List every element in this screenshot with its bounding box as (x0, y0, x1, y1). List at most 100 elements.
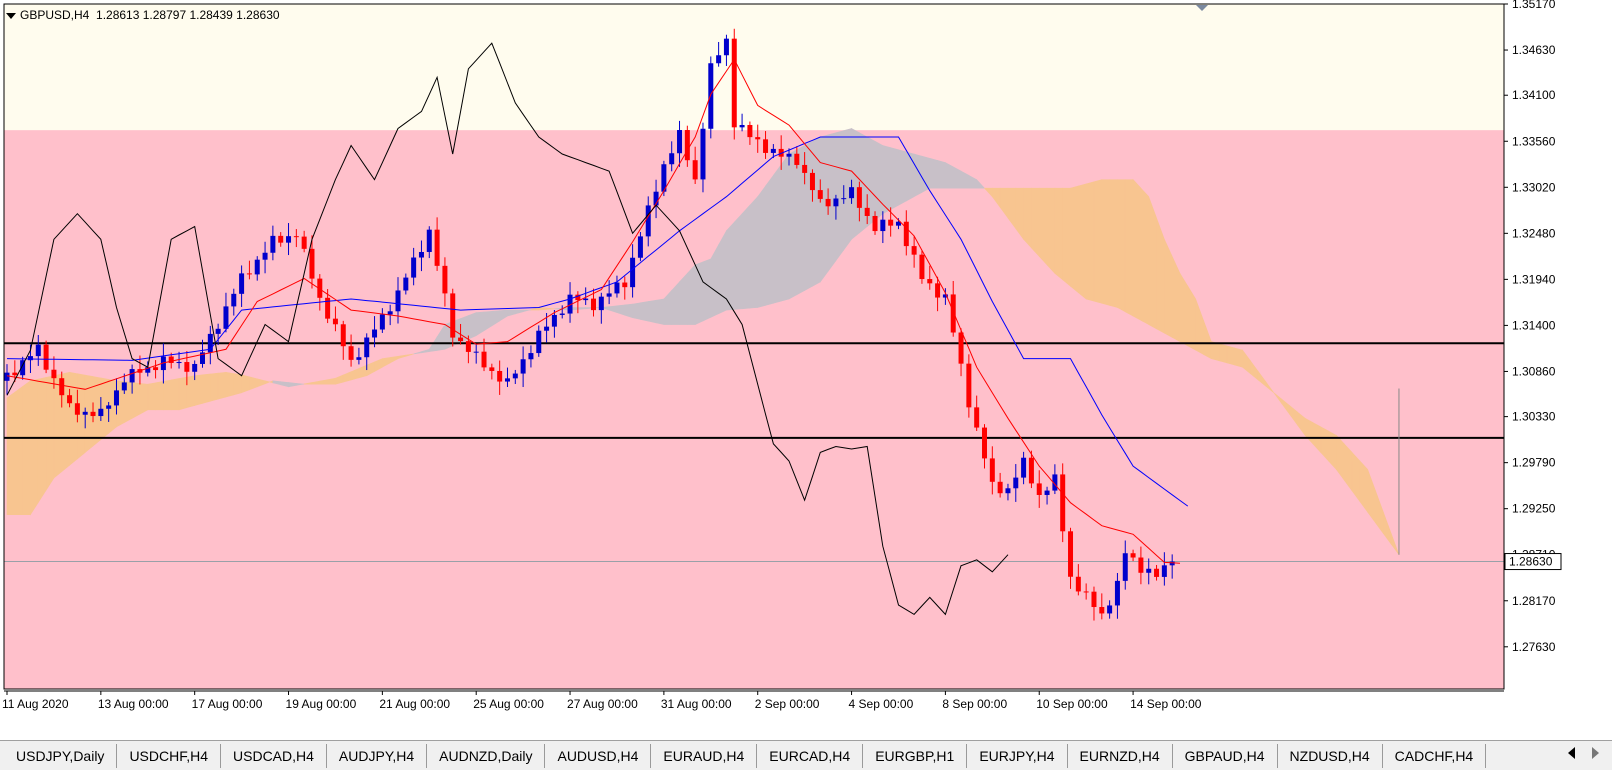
bull-candle (176, 362, 182, 364)
price-tick-label: 1.31940 (1512, 272, 1556, 286)
bull-candle (372, 329, 378, 338)
dropdown-triangle-icon[interactable] (6, 12, 16, 19)
tab-audnzd-daily[interactable]: AUDNZD,Daily (427, 744, 546, 768)
bull-candle (512, 373, 518, 379)
bull-candle (606, 293, 612, 297)
cloud-segment (22, 380, 31, 515)
cloud-segment (1101, 179, 1110, 306)
price-tick-label: 1.29790 (1512, 456, 1556, 470)
tab-cadchf-h4[interactable]: CADCHF,H4 (1383, 744, 1487, 768)
cloud-segment (905, 151, 915, 202)
bull-candle (630, 257, 636, 288)
tab-usdcad-h4[interactable]: USDCAD,H4 (221, 744, 327, 768)
bull-candle (528, 353, 534, 360)
cloud-segment (77, 373, 86, 460)
bull-candle (403, 277, 409, 291)
cloud-segment (233, 373, 242, 396)
bear-candle (293, 236, 299, 238)
cloud-segment (139, 383, 149, 415)
cloud-segment (819, 134, 829, 283)
scroll-right-icon[interactable] (1592, 747, 1599, 759)
bull-candle (27, 356, 33, 361)
bear-candle (989, 458, 995, 482)
cloud-segment (812, 136, 821, 287)
time-tick-label: 11 Aug 2020 (2, 697, 69, 711)
bull-candle (880, 219, 886, 232)
price-tick-label: 1.30330 (1512, 410, 1556, 424)
scroll-left-icon[interactable] (1568, 747, 1575, 759)
bull-candle (215, 328, 221, 334)
tab-euraud-h4[interactable]: EURAUD,H4 (651, 744, 758, 768)
cloud-segment (788, 149, 798, 300)
time-tick-label: 31 Aug 00:00 (661, 697, 732, 711)
cloud-segment (694, 261, 704, 326)
cloud-segment (687, 264, 696, 325)
bull-candle (387, 311, 393, 315)
bear-candle (442, 265, 448, 294)
price-chart[interactable]: 1.35170 1.34630 1.34100 1.33560 1.33020 1.324… (0, 0, 1612, 740)
cloud-segment (851, 127, 860, 240)
cloud-segment (69, 371, 78, 466)
bear-candle (43, 344, 49, 370)
cloud-segment (147, 382, 156, 411)
bear-candle (622, 282, 628, 288)
price-tick-label: 1.31400 (1512, 318, 1556, 332)
cloud-segment (733, 212, 743, 310)
bear-candle (465, 341, 471, 352)
bear-candle (802, 164, 808, 173)
tab-eurnzd-h4[interactable]: EURNZD,H4 (1068, 744, 1173, 768)
tab-usdchf-h4[interactable]: USDCHF,H4 (117, 744, 222, 768)
cloud-segment (1164, 239, 1173, 338)
bear-candle (825, 198, 831, 207)
bull-candle (82, 411, 88, 415)
bull-candle (536, 330, 542, 354)
tab-audusd-h4[interactable]: AUDUSD,H4 (545, 744, 652, 768)
bear-candle (755, 137, 761, 140)
cloud-segment (131, 382, 141, 419)
cloud-segment (241, 374, 250, 394)
cloud-segment (1148, 196, 1157, 330)
tab-usdjpy-daily[interactable]: USDJPY,Daily (4, 744, 118, 768)
chart-area[interactable]: 1.35170 1.34630 1.34100 1.33560 1.33020 1.324… (0, 0, 1612, 740)
cloud-segment (624, 303, 633, 319)
bear-candle (747, 124, 753, 138)
tab-audjpy-h4[interactable]: AUDJPY,H4 (327, 744, 428, 768)
bear-candle (927, 279, 933, 284)
bear-candle (1028, 457, 1034, 484)
bull-candle (129, 369, 135, 383)
cloud-segment (538, 307, 547, 311)
cloud-segment (679, 272, 688, 325)
bear-candle (489, 367, 495, 371)
bear-candle (51, 369, 57, 379)
cloud-segment (1179, 272, 1189, 347)
cloud-segment (210, 372, 219, 402)
ohlc-values: 1.28613 1.28797 1.28439 1.28630 (96, 8, 280, 22)
tab-gbpaud-h4[interactable]: GBPAUD,H4 (1173, 744, 1278, 768)
tab-nzdusd-h4[interactable]: NZDUSD,H4 (1278, 744, 1383, 768)
bear-candle (67, 395, 73, 404)
tab-eurcad-h4[interactable]: EURCAD,H4 (757, 744, 864, 768)
price-tick-label: 1.34100 (1512, 88, 1556, 102)
bear-candle (966, 363, 972, 408)
bear-candle (153, 367, 159, 371)
time-tick-label: 27 Aug 00:00 (567, 697, 638, 711)
cloud-segment (1031, 187, 1040, 258)
bear-candle (856, 187, 862, 208)
bear-candle (12, 372, 18, 376)
bull-candle (395, 290, 401, 312)
bear-candle (935, 283, 941, 298)
cloud-segment (1140, 187, 1150, 326)
bull-candle (426, 229, 432, 252)
bull-candle (551, 314, 557, 327)
cloud-segment (1085, 181, 1095, 302)
bear-candle (731, 38, 737, 128)
bull-candle (1169, 561, 1175, 566)
tab-eurjpy-h4[interactable]: EURJPY,H4 (967, 744, 1068, 768)
price-tick-label: 1.33020 (1512, 180, 1556, 194)
current-price-label: 1.28630 (1509, 555, 1553, 569)
bear-candle (997, 481, 1003, 494)
bull-candle (223, 306, 229, 329)
time-tick-label: 19 Aug 00:00 (286, 697, 357, 711)
bull-candle (1114, 580, 1120, 606)
tab-eurgbp-h1[interactable]: EURGBP,H1 (863, 744, 968, 768)
